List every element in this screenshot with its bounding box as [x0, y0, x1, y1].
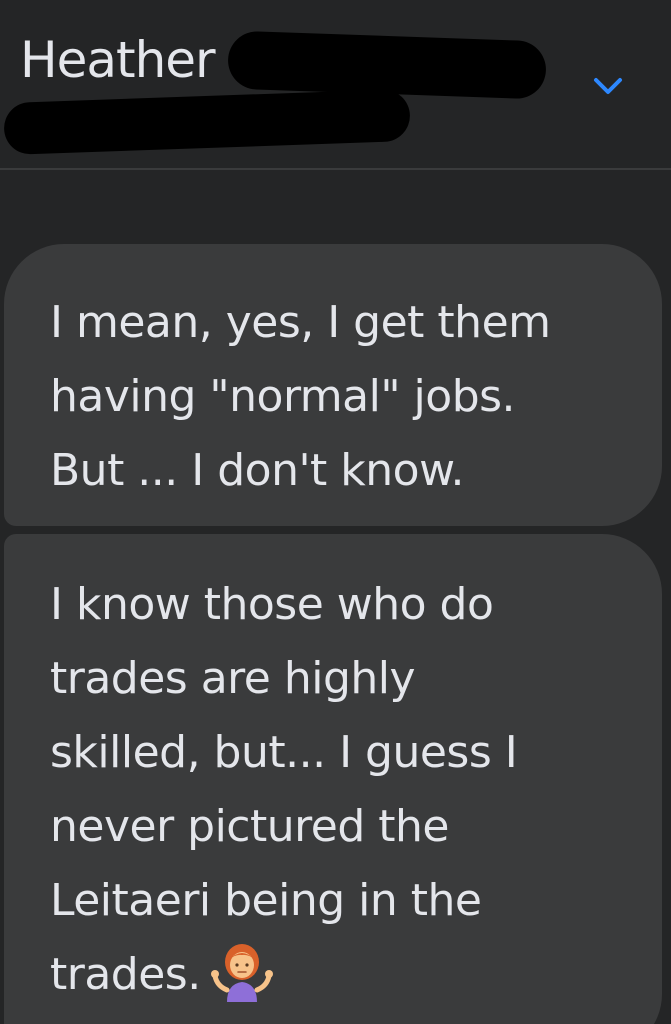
contact-name[interactable]: Heather: [20, 28, 216, 92]
message-line: trades are highly: [50, 653, 416, 704]
message-line-last: trades.: [50, 938, 632, 1012]
message-line: skilled, but... I guess I: [50, 727, 518, 778]
woman-shrugging-emoji-icon: [210, 944, 273, 1002]
chat-header: Heather: [0, 0, 671, 170]
message-text: trades.: [50, 949, 201, 1000]
chevron-down-icon[interactable]: [588, 66, 628, 106]
message-line: But ... I don't know.: [50, 445, 465, 496]
message-line: Leitaeri being in the: [50, 875, 482, 926]
message-line: having "normal" jobs.: [50, 371, 516, 422]
message-line: never pictured the: [50, 801, 449, 852]
message-bubble[interactable]: I mean, yes, I get them having "normal" …: [4, 244, 662, 526]
chat-window: Heather I mean, yes, I get them having "…: [0, 0, 671, 1024]
message-line: I know those who do: [50, 579, 494, 630]
message-bubble[interactable]: I know those who do trades are highly sk…: [4, 534, 662, 1024]
message-line: I mean, yes, I get them: [50, 297, 551, 348]
redaction-mark: [3, 88, 411, 156]
